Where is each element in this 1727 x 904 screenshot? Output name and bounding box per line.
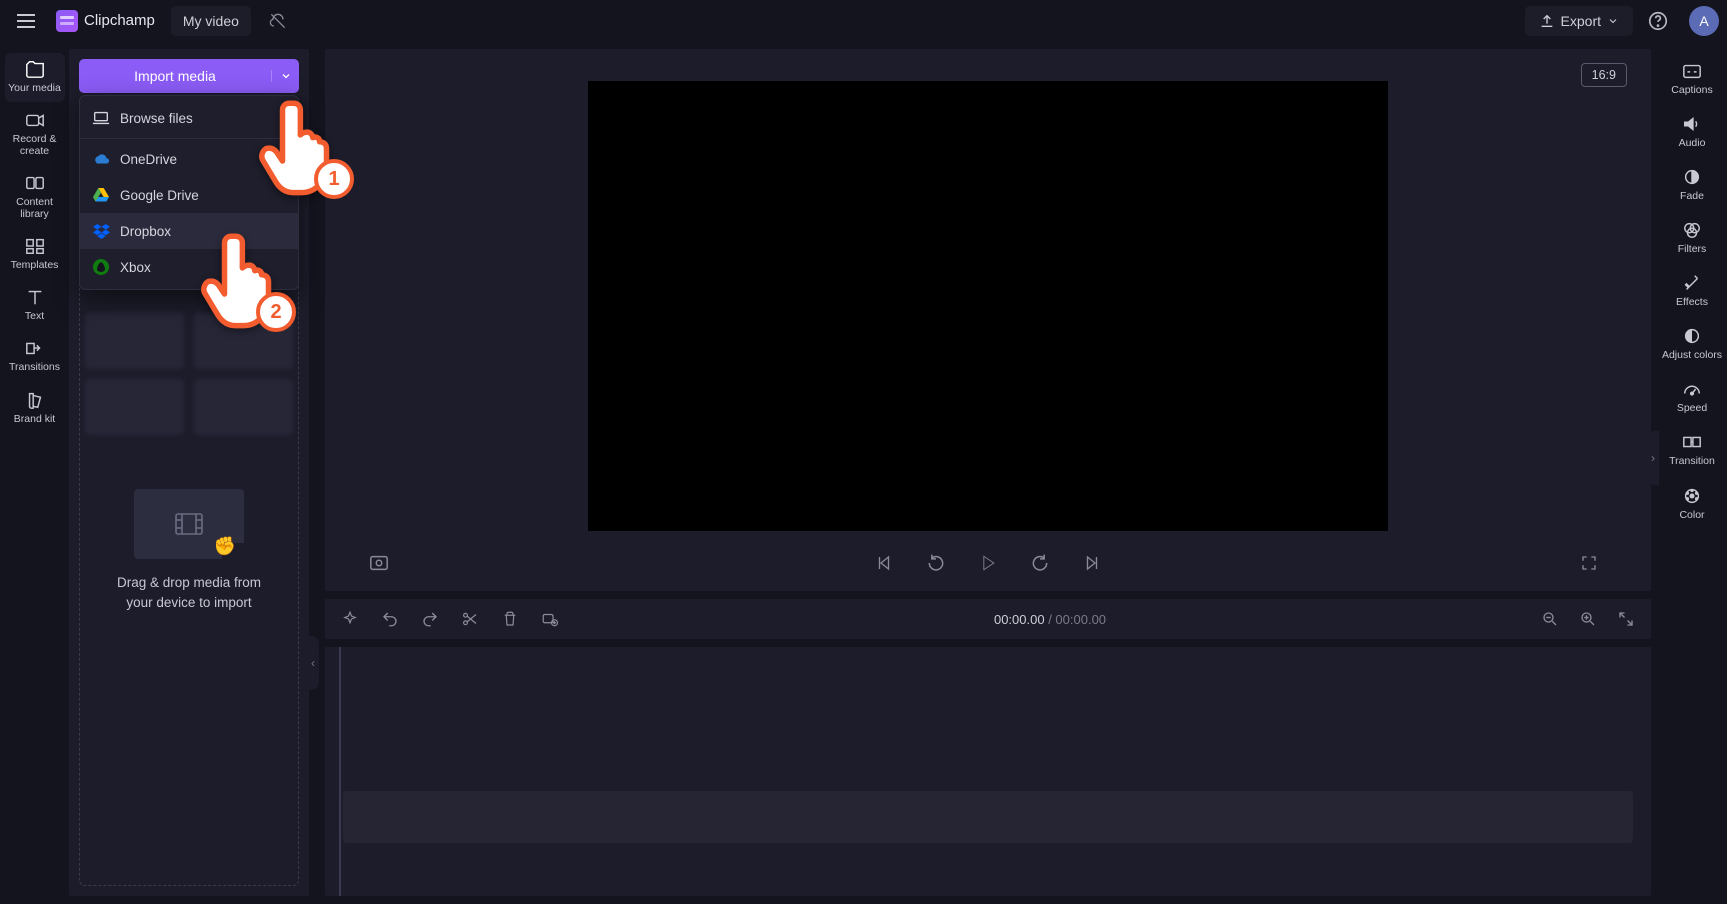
add-track-button[interactable]	[539, 608, 561, 630]
import-dropdown: Browse files OneDrive Google Drive Dropb…	[79, 95, 299, 290]
rail-item-record-create[interactable]: Record & create	[5, 104, 65, 165]
help-button[interactable]	[1641, 4, 1675, 38]
rail-item-brand-kit[interactable]: Brand kit	[5, 384, 65, 433]
rail-label: Your media	[8, 82, 61, 94]
dropdown-item-google-drive[interactable]: Google Drive	[80, 177, 298, 213]
play-button[interactable]	[974, 549, 1002, 577]
import-media-main[interactable]: Import media	[79, 68, 271, 84]
dropdown-label: Dropbox	[120, 224, 171, 239]
props-item-audio[interactable]: Audio	[1661, 108, 1723, 157]
rail-item-text[interactable]: Text	[5, 281, 65, 330]
timeline-empty-track	[343, 791, 1633, 843]
props-item-transition[interactable]: Transition	[1661, 426, 1723, 475]
onedrive-icon	[92, 150, 110, 168]
ai-tool-button[interactable]	[339, 608, 361, 630]
panel-collapse-handle-right[interactable]: ›	[1647, 431, 1659, 485]
dropdown-item-onedrive[interactable]: OneDrive	[80, 141, 298, 177]
dropdown-label: OneDrive	[120, 152, 177, 167]
rail-label: Transitions	[9, 361, 60, 373]
timeline-toolbar: 00:00.00 / 00:00.00	[325, 599, 1651, 639]
preview-settings-icon[interactable]	[365, 549, 393, 577]
rail-item-templates[interactable]: Templates	[5, 230, 65, 279]
props-label: Filters	[1678, 243, 1707, 255]
current-time: 00:00.00	[994, 612, 1045, 627]
project-name[interactable]: My video	[171, 6, 251, 36]
props-label: Color	[1679, 509, 1704, 521]
props-item-fade[interactable]: Fade	[1661, 161, 1723, 210]
timecode: 00:00.00 / 00:00.00	[579, 612, 1521, 627]
rail-item-your-media[interactable]: Your media	[5, 53, 65, 102]
rail-label: Templates	[11, 259, 59, 271]
clipchamp-icon	[56, 10, 78, 32]
props-item-captions[interactable]: Captions	[1661, 55, 1723, 104]
preview-area: 16:9	[325, 49, 1651, 591]
left-rail: Your media Record & create Content libra…	[0, 41, 69, 904]
brand-name: Clipchamp	[84, 12, 155, 29]
undo-button[interactable]	[379, 608, 401, 630]
app-logo[interactable]: Clipchamp	[52, 10, 159, 32]
redo-button[interactable]	[419, 608, 441, 630]
dropdown-item-dropbox[interactable]: Dropbox	[80, 213, 298, 249]
frame-forward-button[interactable]	[1026, 549, 1054, 577]
fullscreen-button[interactable]	[1575, 549, 1603, 577]
zoom-in-button[interactable]	[1577, 608, 1599, 630]
props-label: Captions	[1671, 84, 1712, 96]
fit-timeline-button[interactable]	[1615, 608, 1637, 630]
props-label: Fade	[1680, 190, 1704, 202]
dropdown-item-xbox[interactable]: Xbox	[80, 249, 298, 285]
split-button[interactable]	[459, 608, 481, 630]
props-item-color[interactable]: Color	[1661, 480, 1723, 529]
rail-item-content-library[interactable]: Content library	[5, 167, 65, 228]
dropdown-label: Xbox	[120, 260, 151, 275]
export-button[interactable]: Export	[1525, 6, 1633, 36]
dropdown-label: Browse files	[120, 111, 193, 126]
rail-label: Brand kit	[14, 413, 55, 425]
media-panel: Import media Browse files OneDrive	[69, 49, 309, 896]
props-label: Adjust colors	[1662, 349, 1722, 361]
drop-text: Drag & drop media from your device to im…	[99, 573, 279, 612]
export-label: Export	[1561, 13, 1601, 29]
props-item-speed[interactable]: Speed	[1661, 373, 1723, 422]
rail-label: Record & create	[5, 133, 65, 157]
xbox-icon	[92, 258, 110, 276]
user-avatar[interactable]: A	[1689, 6, 1719, 36]
import-media-dropdown-toggle[interactable]	[271, 70, 299, 82]
zoom-out-button[interactable]	[1539, 608, 1561, 630]
properties-rail: › Captions Audio Fade Filters Effects Ad…	[1657, 41, 1727, 904]
rail-item-transitions[interactable]: Transitions	[5, 332, 65, 381]
props-label: Effects	[1676, 296, 1708, 308]
aspect-ratio-badge[interactable]: 16:9	[1581, 63, 1627, 87]
skip-forward-button[interactable]	[1078, 549, 1106, 577]
delete-button[interactable]	[499, 608, 521, 630]
props-label: Transition	[1669, 455, 1715, 467]
frame-back-button[interactable]	[922, 549, 950, 577]
hamburger-menu[interactable]	[8, 3, 44, 39]
dropdown-item-browse-files[interactable]: Browse files	[80, 100, 298, 139]
grab-hand-icon: ✊	[214, 536, 236, 557]
rail-label: Content library	[5, 196, 65, 220]
props-label: Audio	[1679, 137, 1706, 149]
ghost-media-tiles	[85, 313, 293, 435]
drop-zone[interactable]: ✊ Drag & drop media from your device to …	[99, 489, 279, 612]
props-item-adjust-colors[interactable]: Adjust colors	[1661, 320, 1723, 369]
google-drive-icon	[92, 186, 110, 204]
player-controls	[343, 531, 1633, 583]
topbar: Clipchamp My video Export A	[0, 0, 1727, 41]
media-placeholder-icon: ✊	[134, 489, 244, 559]
dropbox-icon	[92, 222, 110, 240]
dropdown-label: Google Drive	[120, 188, 199, 203]
rail-label: Text	[25, 310, 44, 322]
sync-status-icon[interactable]	[263, 6, 293, 36]
props-item-filters[interactable]: Filters	[1661, 214, 1723, 263]
laptop-icon	[92, 109, 110, 127]
video-preview[interactable]	[588, 81, 1388, 531]
import-media-button[interactable]: Import media	[79, 59, 299, 93]
panel-collapse-handle-left[interactable]: ‹	[307, 636, 319, 690]
props-item-effects[interactable]: Effects	[1661, 267, 1723, 316]
duration: 00:00.00	[1055, 612, 1106, 627]
skip-back-button[interactable]	[870, 549, 898, 577]
timeline[interactable]	[325, 647, 1651, 896]
props-label: Speed	[1677, 402, 1707, 414]
